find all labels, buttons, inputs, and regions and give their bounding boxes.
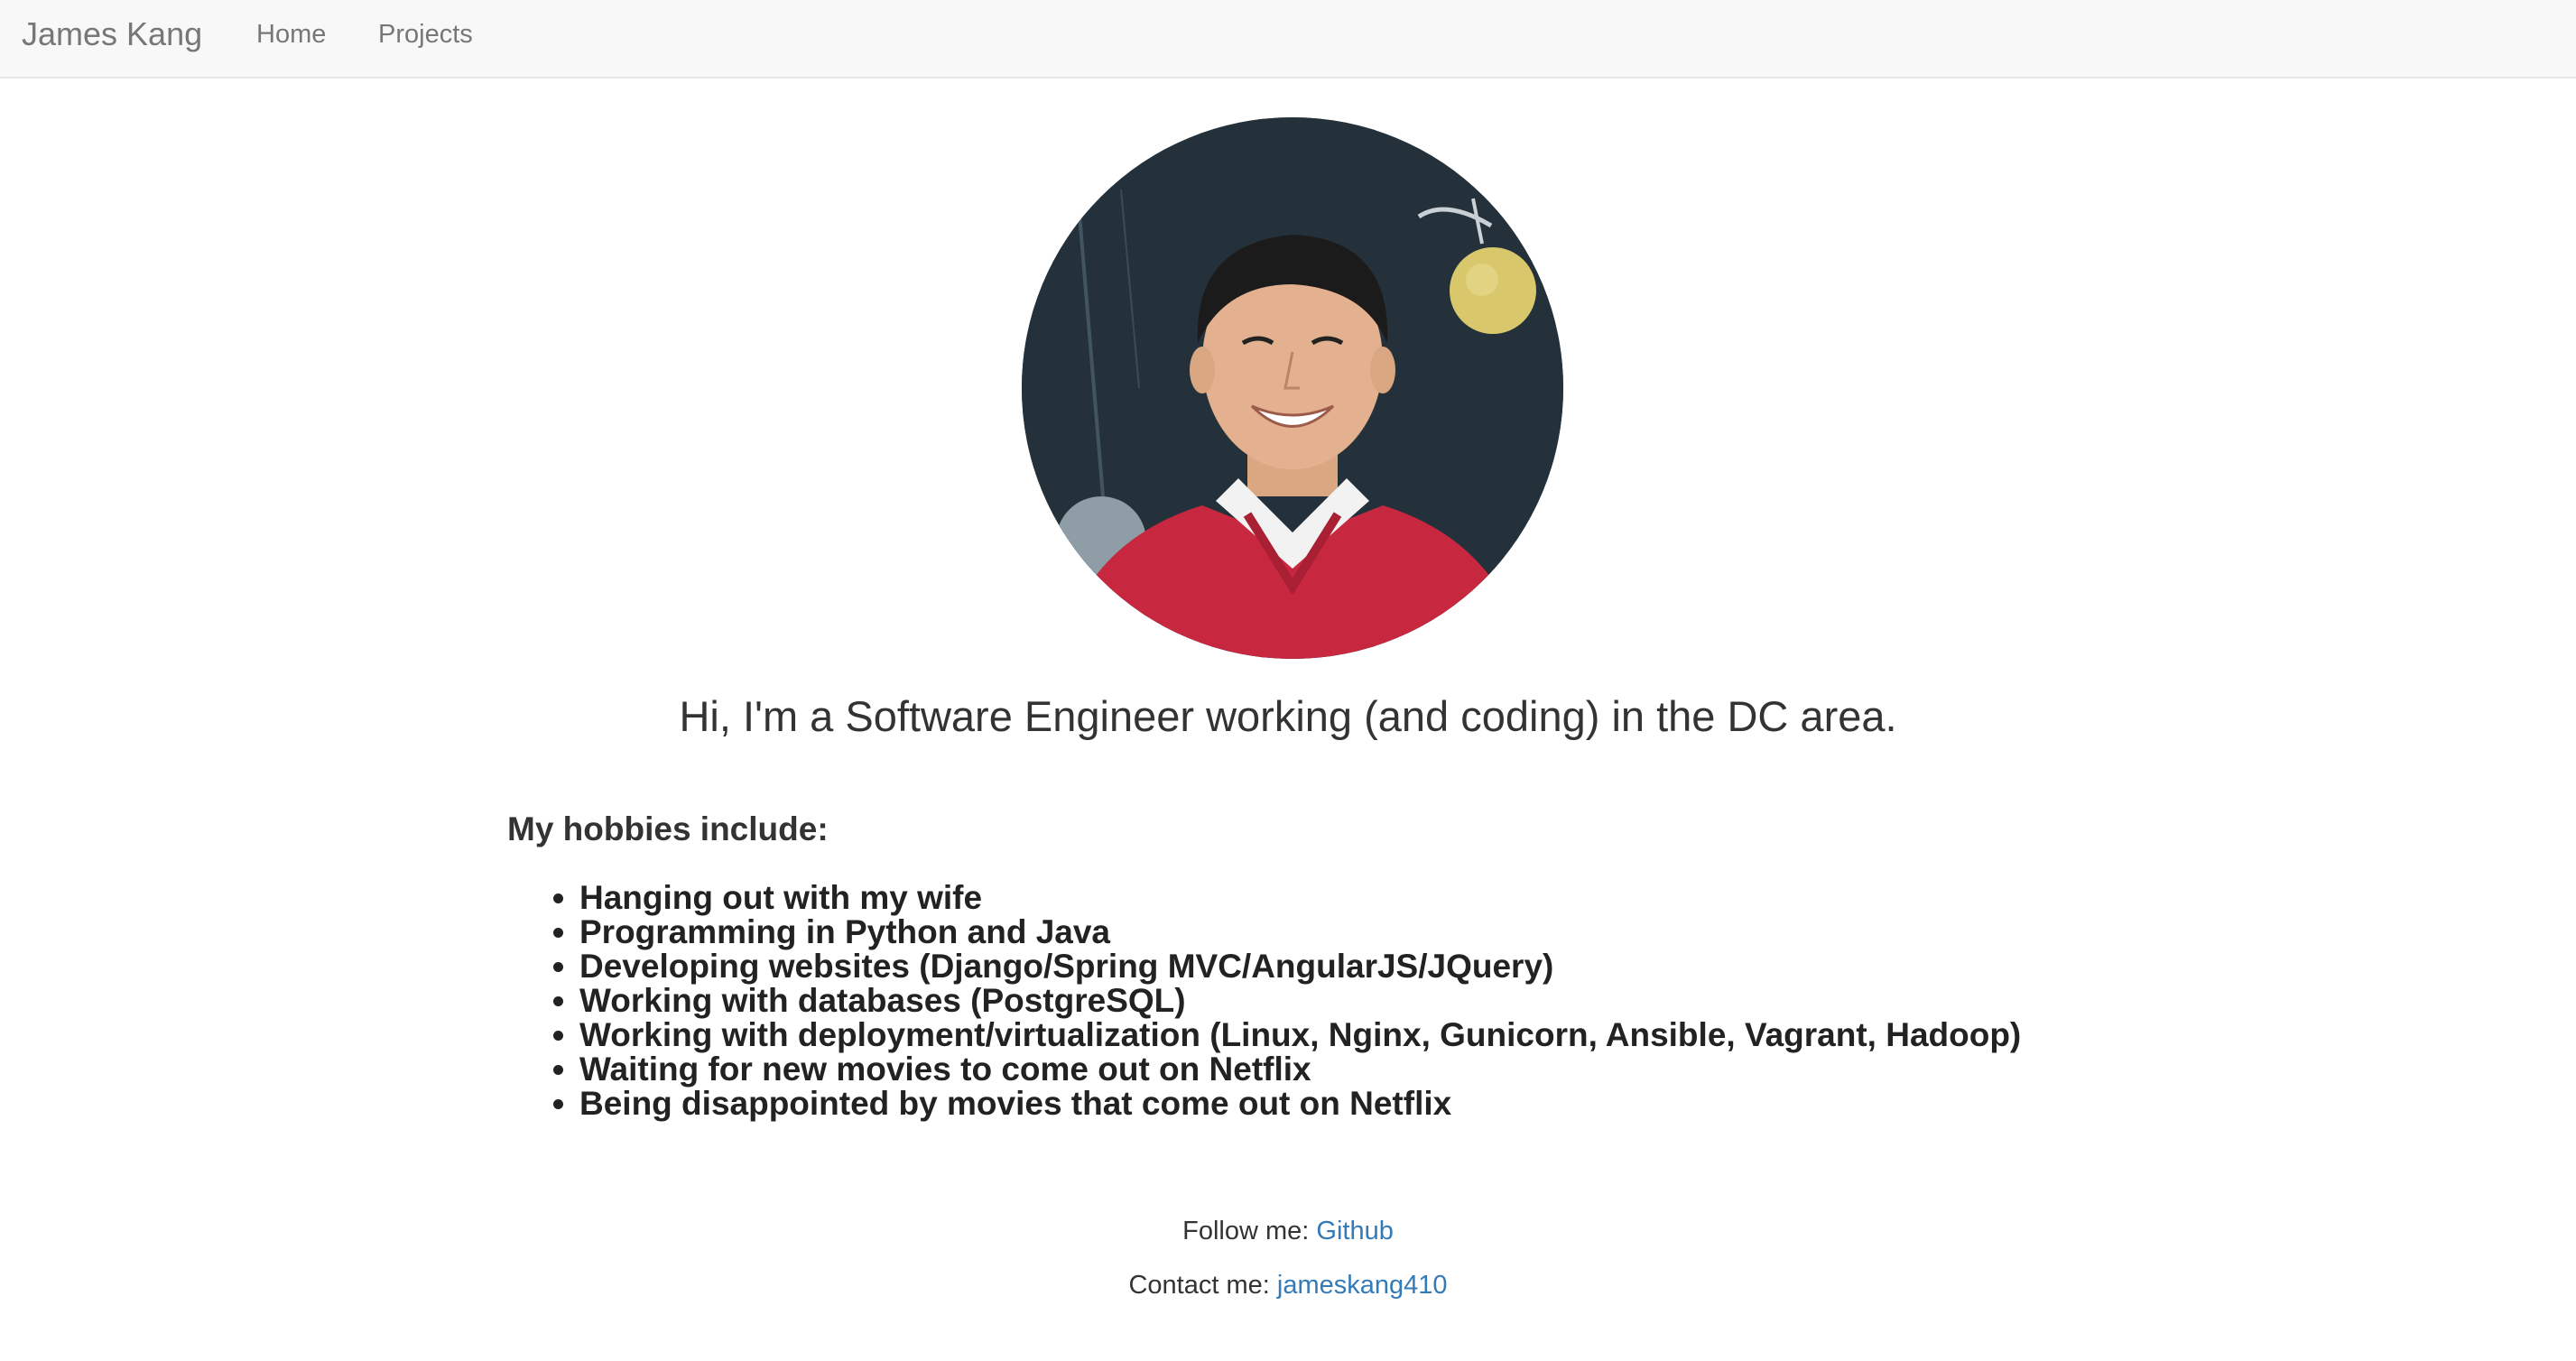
contact-link[interactable]: jameskang410 (1277, 1271, 1448, 1300)
nav-home-link[interactable]: Home (256, 0, 326, 79)
follow-label: Follow me: (1182, 1217, 1317, 1245)
follow-line: Follow me: Github (0, 1217, 2576, 1246)
nav-projects-link[interactable]: Projects (378, 0, 473, 79)
list-item: Programming in Python and Java (579, 915, 2021, 949)
list-item: Working with databases (PostgreSQL) (579, 984, 2021, 1018)
list-item: Being disappointed by movies that come o… (579, 1087, 2021, 1121)
brand-link[interactable]: James Kang (22, 0, 202, 79)
list-item: Working with deployment/virtualization (… (579, 1018, 2021, 1052)
contact-label: Contact me: (1128, 1271, 1277, 1300)
hobbies-list: Hanging out with my wife Programming in … (507, 881, 2021, 1121)
top-navbar: James Kang Home Projects (0, 0, 2576, 79)
profile-photo (1022, 117, 1563, 659)
hobbies-title: My hobbies include: (507, 810, 829, 847)
list-item: Developing websites (Django/Spring MVC/A… (579, 949, 2021, 984)
list-item: Waiting for new movies to come out on Ne… (579, 1052, 2021, 1087)
github-link[interactable]: Github (1316, 1217, 1393, 1245)
contact-line: Contact me: jameskang410 (0, 1271, 2576, 1301)
intro-heading: Hi, I'm a Software Engineer working (and… (679, 692, 1897, 740)
list-item: Hanging out with my wife (579, 881, 2021, 915)
